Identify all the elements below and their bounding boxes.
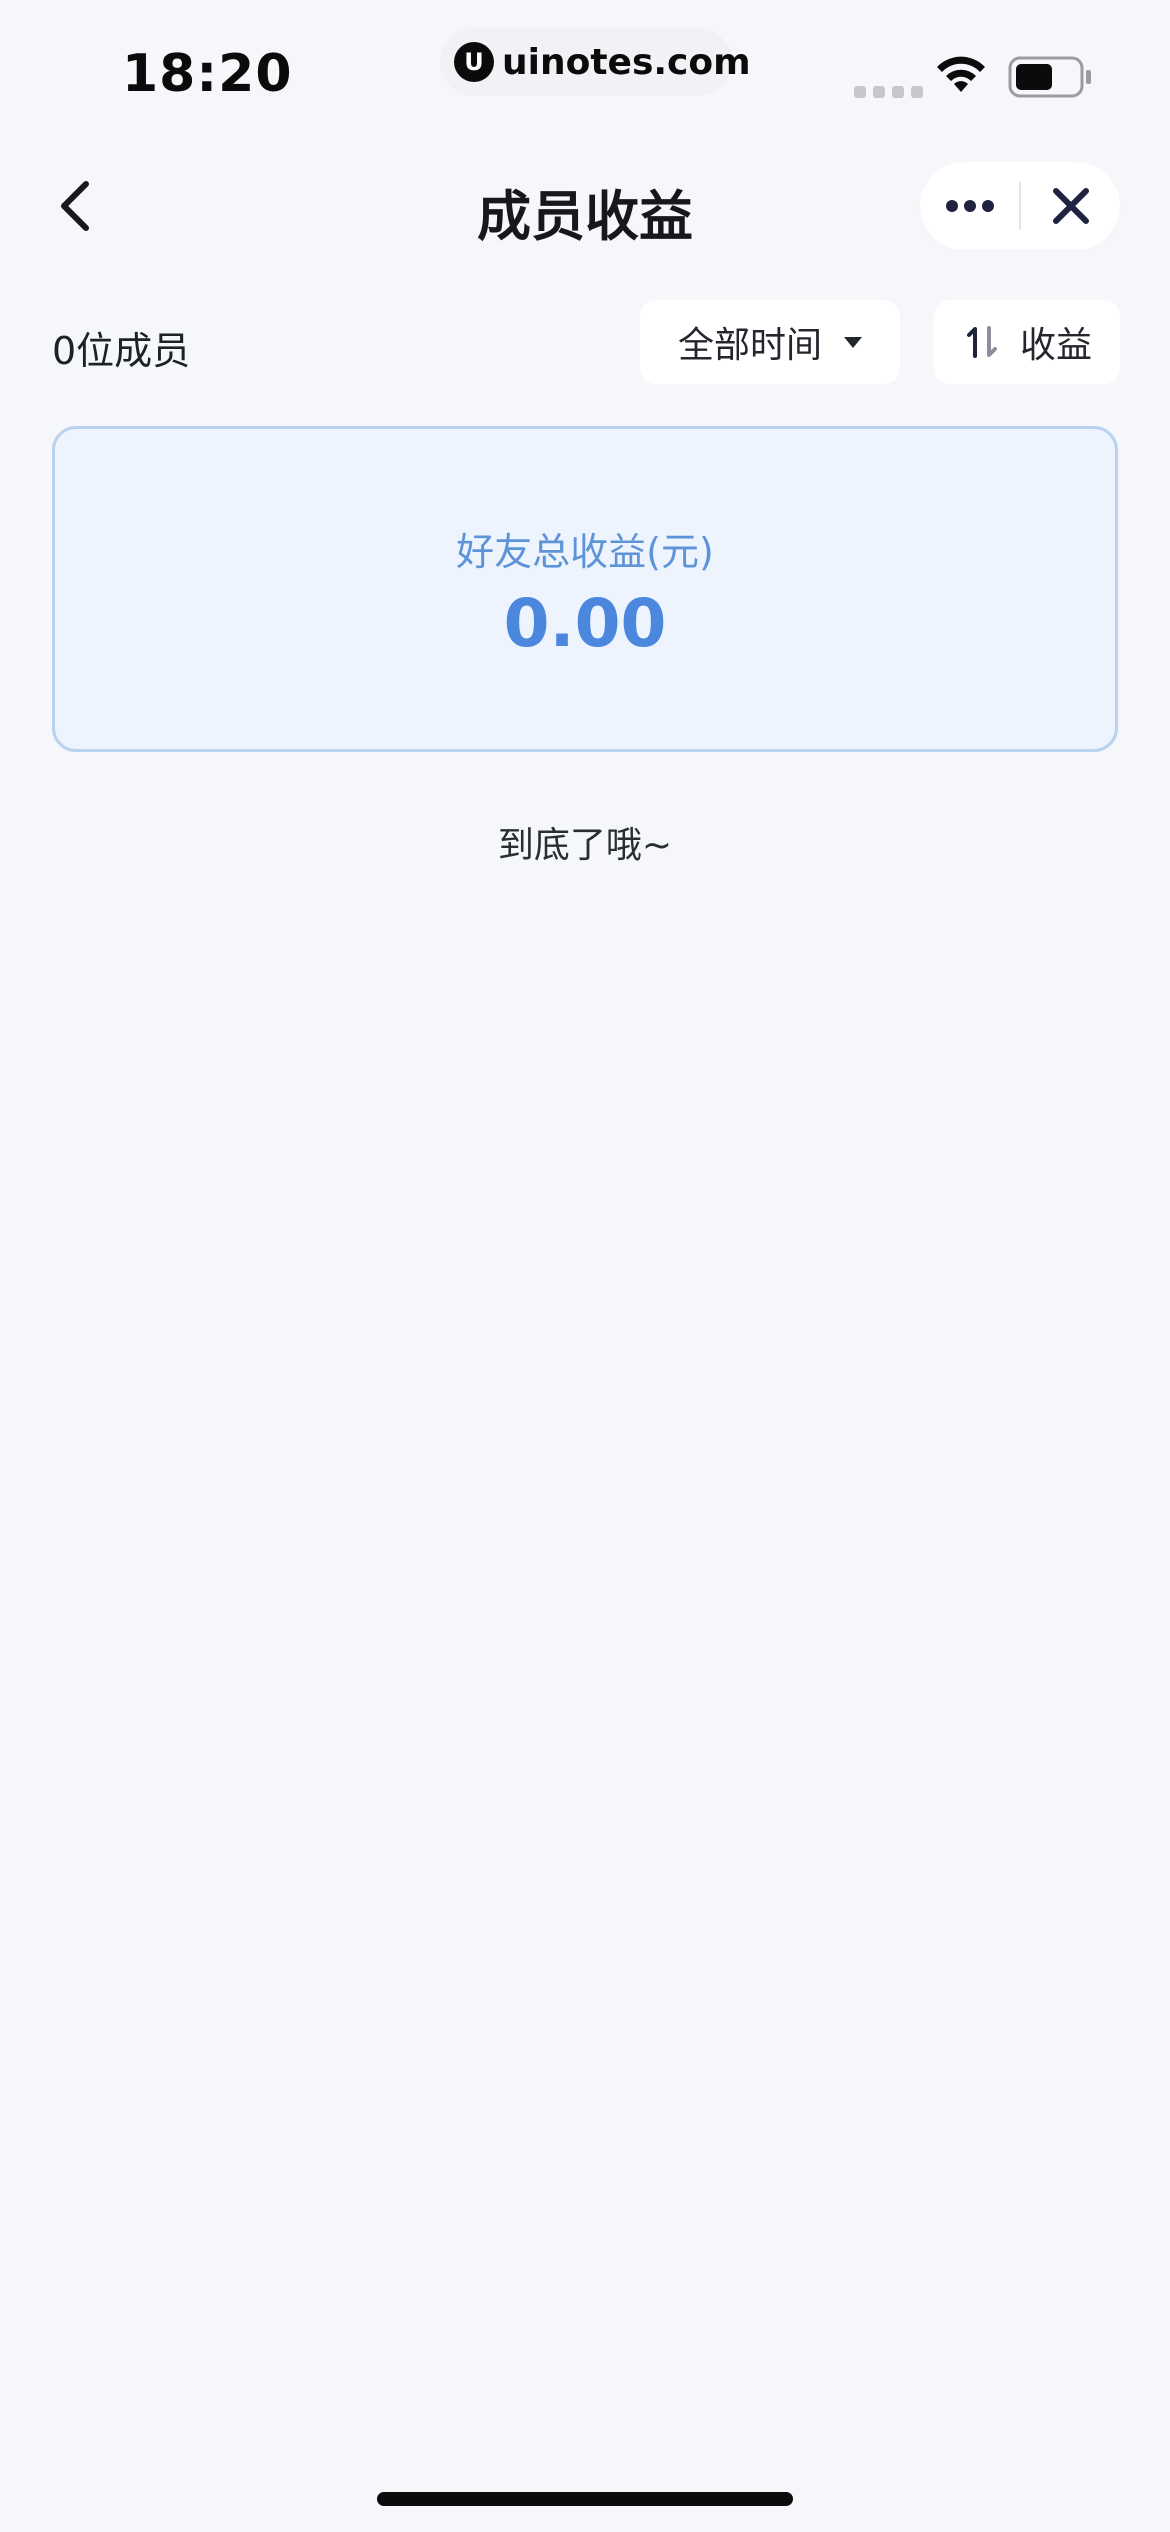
sort-label: 收益 [1019,325,1092,366]
caret-down-icon [844,336,862,348]
sort-by-earnings-button[interactable]: 收益 [934,300,1120,384]
end-of-list-text: 到底了哦~ [497,825,673,866]
url-pill: U uinotes.com [440,28,751,96]
more-dots-icon [945,200,994,212]
filter-row: 0位成员 全部时间 收益 [0,300,1170,386]
url-text: uinotes.com [502,41,751,83]
time-filter-label: 全部时间 [677,325,822,366]
close-button[interactable] [1021,162,1120,250]
close-icon [1052,188,1089,224]
total-earnings-card: 好友总收益(元) 0.00 [52,426,1118,752]
mini-program-capsule [920,162,1120,250]
nav-bar: 成员收益 [0,150,1170,262]
battery-icon [1008,56,1091,98]
total-earnings-value: 0.00 [503,585,667,662]
wifi-icon [937,56,985,92]
home-indicator [377,2492,793,2506]
member-count: 0位成员 [52,329,191,373]
signal-icon [854,86,923,98]
time-filter-dropdown[interactable]: 全部时间 [640,300,900,384]
more-button[interactable] [920,162,1019,250]
site-logo-icon: U [454,42,494,82]
sort-arrows-icon [962,322,1002,362]
status-time: 18:20 [122,44,293,104]
total-earnings-label: 好友总收益(元) [456,530,714,574]
status-bar: 18:20 U uinotes.com [0,0,1170,140]
